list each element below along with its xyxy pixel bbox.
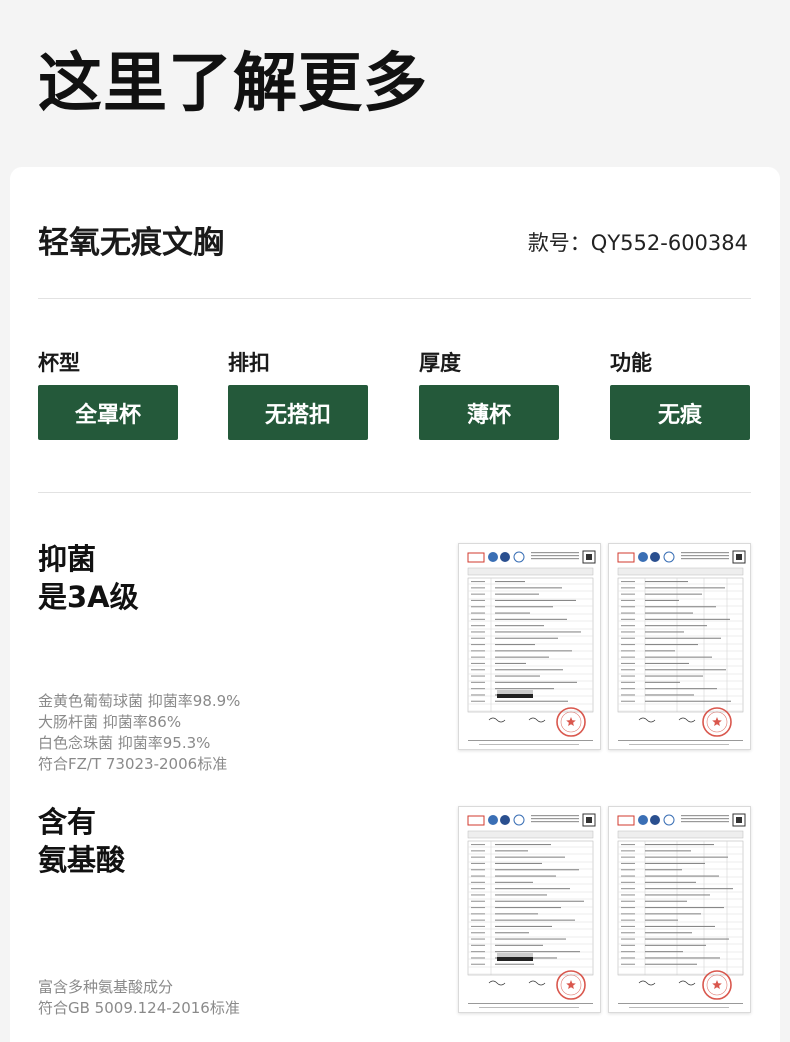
feature-title: 是3A级 <box>38 580 139 614</box>
test-report-image <box>608 543 751 750</box>
feature-title: 氨基酸 <box>38 843 126 877</box>
product-info-card: 轻氧无痕文胸 款号：QY552-600384 杯型 全罩杯 排扣 无搭扣 厚度 … <box>10 167 780 1042</box>
attr-label: 厚度 <box>419 351 461 375</box>
feature-title: 抑菌 <box>38 542 97 576</box>
desc-line: 白色念珠菌 抑菌率95.3% <box>38 734 211 752</box>
feature-description: 富含多种氨基酸成分 符合GB 5009.124-2016标准 <box>38 977 240 1019</box>
attr-value-badge: 薄杯 <box>419 385 559 440</box>
feature-description: 金黄色葡萄球菌 抑菌率98.9% 大肠杆菌 抑菌率86% 白色念珠菌 抑菌率95… <box>38 691 240 775</box>
test-report-image <box>458 543 601 750</box>
divider <box>38 298 751 299</box>
desc-line: 大肠杆菌 抑菌率86% <box>38 713 182 731</box>
attr-label: 排扣 <box>228 351 270 375</box>
attr-cup-type: 杯型 全罩杯 <box>38 347 178 440</box>
attr-label: 功能 <box>610 351 652 375</box>
desc-line: 金黄色葡萄球菌 抑菌率98.9% <box>38 692 241 710</box>
feature-amino-acid: 含有 氨基酸 <box>38 803 125 879</box>
attr-value-badge: 全罩杯 <box>38 385 178 440</box>
attr-clasp: 排扣 无搭扣 <box>228 347 368 440</box>
desc-line: 富含多种氨基酸成分 <box>38 978 174 996</box>
attr-thickness: 厚度 薄杯 <box>419 347 559 440</box>
test-report-image <box>608 806 751 1013</box>
divider <box>38 492 751 493</box>
feature-title: 含有 <box>38 805 97 839</box>
attr-function: 功能 无痕 <box>610 347 750 440</box>
feature-antibacterial: 抑菌 是3A级 <box>38 540 139 616</box>
desc-line: 符合FZ/T 73023-2006标准 <box>38 755 228 773</box>
page-title: 这里了解更多 <box>38 47 428 121</box>
product-name: 轻氧无痕文胸 <box>38 225 224 261</box>
desc-line: 符合GB 5009.124-2016标准 <box>38 999 240 1017</box>
attr-label: 杯型 <box>38 351 80 375</box>
attr-value-badge: 无搭扣 <box>228 385 368 440</box>
test-report-image <box>458 806 601 1013</box>
style-number: 款号：QY552-600384 <box>527 231 748 255</box>
attr-value-badge: 无痕 <box>610 385 750 440</box>
